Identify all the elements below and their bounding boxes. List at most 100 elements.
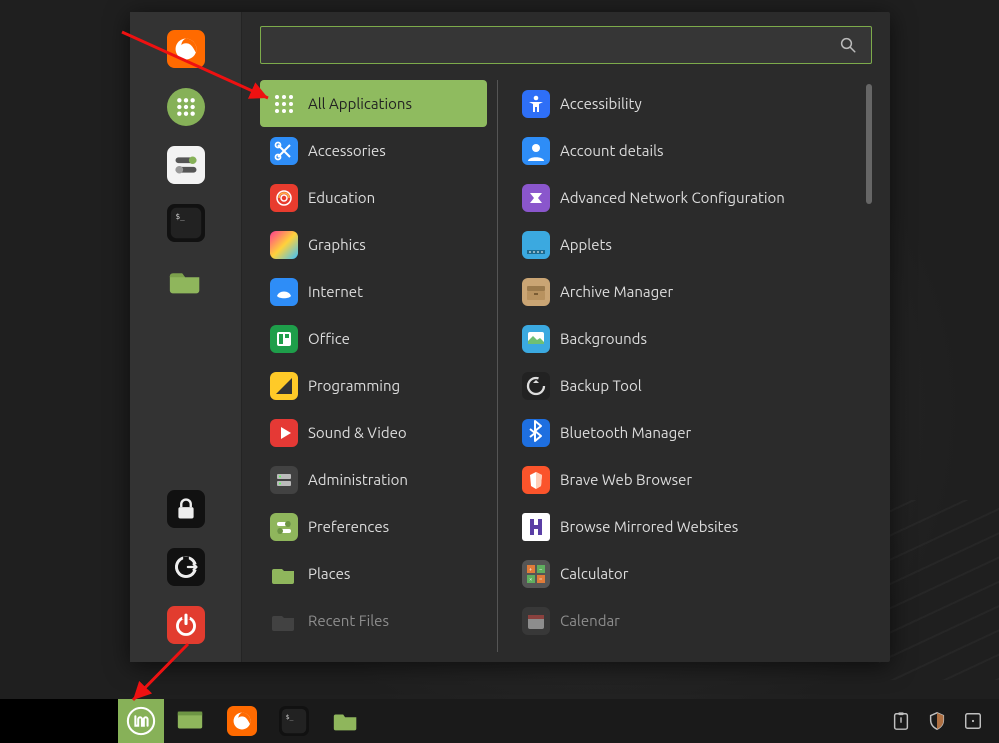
grid-icon <box>270 90 298 118</box>
office-icon <box>270 325 298 353</box>
start-menu: $_ <box>130 12 890 662</box>
category-label: All Applications <box>308 95 412 112</box>
calendar-icon <box>522 607 550 635</box>
taskbar-terminal[interactable]: $_ <box>268 699 320 743</box>
svg-text:$_: $_ <box>175 212 185 221</box>
favorite-files[interactable] <box>167 262 205 300</box>
scissors-icon <box>270 137 298 165</box>
taskbar: $_ <box>118 699 999 743</box>
recent-icon <box>270 607 298 635</box>
applications-column: Accessibility Account details Advanced N… <box>498 80 872 652</box>
app-calculator[interactable]: +−×= Calculator <box>512 550 862 597</box>
play-icon <box>270 419 298 447</box>
app-label: Account details <box>560 142 664 159</box>
app-label: Archive Manager <box>560 283 673 300</box>
category-label: Graphics <box>308 236 366 253</box>
terminal-icon: $_ <box>167 204 205 242</box>
power-icon <box>167 606 205 644</box>
education-icon <box>270 184 298 212</box>
menu-lists: All Applications Accessories Education <box>260 80 872 652</box>
svg-text:×: × <box>529 576 532 583</box>
category-label: Programming <box>308 377 400 394</box>
files-icon <box>167 262 205 300</box>
logout-icon <box>167 548 205 586</box>
category-programming[interactable]: Programming <box>260 362 487 409</box>
app-bluetooth-manager[interactable]: Bluetooth Manager <box>512 409 862 456</box>
favorite-settings[interactable] <box>167 146 205 184</box>
app-calendar[interactable]: Calendar <box>512 597 862 644</box>
archive-icon <box>522 278 550 306</box>
app-accessibility[interactable]: Accessibility <box>512 80 862 127</box>
category-internet[interactable]: Internet <box>260 268 487 315</box>
category-places[interactable]: Places <box>260 550 487 597</box>
calculator-icon: +−×= <box>522 560 550 588</box>
category-accessories[interactable]: Accessories <box>260 127 487 174</box>
search-input[interactable] <box>275 37 839 53</box>
preferences-icon <box>270 513 298 541</box>
app-applets[interactable]: Applets <box>512 221 862 268</box>
shield-icon[interactable] <box>927 711 947 731</box>
update-icon[interactable] <box>963 711 983 731</box>
internet-icon <box>270 278 298 306</box>
app-label: Calculator <box>560 565 628 582</box>
menu-main: All Applications Accessories Education <box>242 12 890 662</box>
accessibility-icon <box>522 90 550 118</box>
categories-column: All Applications Accessories Education <box>260 80 498 652</box>
category-label: Internet <box>308 283 363 300</box>
graphics-icon <box>270 231 298 259</box>
app-label: Bluetooth Manager <box>560 424 691 441</box>
favorite-terminal[interactable]: $_ <box>167 204 205 242</box>
user-icon <box>522 137 550 165</box>
category-label: Accessories <box>308 142 386 159</box>
applets-icon <box>522 231 550 259</box>
taskbar-menu-button[interactable] <box>118 699 164 743</box>
category-label: Preferences <box>308 518 389 535</box>
taskbar-files[interactable] <box>320 699 372 743</box>
app-label: Applets <box>560 236 612 253</box>
bluetooth-icon <box>522 419 550 447</box>
app-label: Backup Tool <box>560 377 642 394</box>
session-lock[interactable] <box>167 490 205 528</box>
app-browse-mirrored[interactable]: Browse Mirrored Websites <box>512 503 862 550</box>
category-sound-video[interactable]: Sound & Video <box>260 409 487 456</box>
svg-text:$_: $_ <box>286 713 294 721</box>
search-icon <box>839 36 857 54</box>
taskbar-firefox[interactable] <box>216 699 268 743</box>
category-preferences[interactable]: Preferences <box>260 503 487 550</box>
category-administration[interactable]: Administration <box>260 456 487 503</box>
favorite-apps-grid[interactable] <box>167 88 205 126</box>
app-advanced-network[interactable]: Advanced Network Configuration <box>512 174 862 221</box>
app-backup-tool[interactable]: Backup Tool <box>512 362 862 409</box>
firefox-icon <box>227 706 257 736</box>
app-label: Brave Web Browser <box>560 471 692 488</box>
terminal-icon: $_ <box>279 706 309 736</box>
session-logout[interactable] <box>167 548 205 586</box>
black-border-bottom-left <box>0 699 118 743</box>
show-desktop-icon <box>175 706 205 736</box>
network-icon <box>522 184 550 212</box>
session-power[interactable] <box>167 606 205 644</box>
app-brave[interactable]: Brave Web Browser <box>512 456 862 503</box>
search-box[interactable] <box>260 26 872 64</box>
app-label: Browse Mirrored Websites <box>560 518 738 535</box>
httrack-icon <box>522 513 550 541</box>
taskbar-show-desktop[interactable] <box>164 699 216 743</box>
category-office[interactable]: Office <box>260 315 487 362</box>
category-education[interactable]: Education <box>260 174 487 221</box>
category-label: Places <box>308 565 350 582</box>
category-graphics[interactable]: Graphics <box>260 221 487 268</box>
app-backgrounds[interactable]: Backgrounds <box>512 315 862 362</box>
admin-icon <box>270 466 298 494</box>
app-label: Calendar <box>560 612 620 629</box>
app-archive-manager[interactable]: Archive Manager <box>512 268 862 315</box>
favorite-firefox[interactable] <box>167 30 205 68</box>
category-label: Education <box>308 189 375 206</box>
files-icon <box>331 706 361 736</box>
clipboard-icon[interactable] <box>891 711 911 731</box>
category-all-applications[interactable]: All Applications <box>260 80 487 127</box>
programming-icon <box>270 372 298 400</box>
system-tray <box>891 711 989 731</box>
category-recent-files[interactable]: Recent Files <box>260 597 487 644</box>
app-account-details[interactable]: Account details <box>512 127 862 174</box>
apps-scrollbar[interactable] <box>866 84 872 204</box>
